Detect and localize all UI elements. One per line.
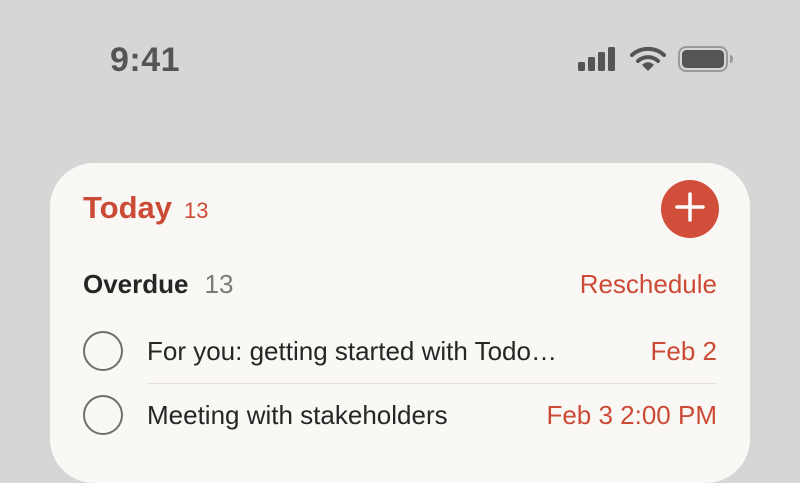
widget-title[interactable]: Today — [83, 190, 172, 226]
cellular-signal-icon — [578, 47, 618, 71]
task-divider — [147, 383, 717, 384]
task-due-date: Feb 3 2:00 PM — [546, 399, 717, 430]
widget-title-count: 13 — [184, 198, 209, 223]
task-due-date: Feb 2 — [650, 335, 718, 366]
overdue-section-header: Overdue 13 Reschedule — [83, 269, 717, 300]
section-count: 13 — [204, 269, 234, 299]
task-checkbox[interactable] — [83, 331, 123, 371]
task-checkbox[interactable] — [83, 395, 123, 435]
section-title: Overdue — [83, 269, 189, 299]
today-widget: Today 13 Overdue 13 Reschedule For you: … — [50, 163, 750, 483]
status-bar-time: 9:41 — [110, 41, 181, 79]
battery-icon — [678, 46, 734, 72]
task-title[interactable]: For you: getting started with Todo… — [147, 336, 557, 367]
task-title[interactable]: Meeting with stakeholders — [147, 400, 448, 431]
reschedule-button[interactable]: Reschedule — [580, 269, 717, 300]
status-bar-icons — [578, 44, 734, 74]
task-row[interactable]: For you: getting started with Todo… Feb … — [83, 323, 717, 379]
plus-icon — [673, 190, 707, 229]
task-row[interactable]: Meeting with stakeholders Feb 3 2:00 PM — [83, 387, 717, 443]
add-task-button[interactable] — [661, 180, 719, 238]
widget-header: Today 13 — [83, 190, 208, 226]
wifi-icon — [630, 46, 666, 72]
